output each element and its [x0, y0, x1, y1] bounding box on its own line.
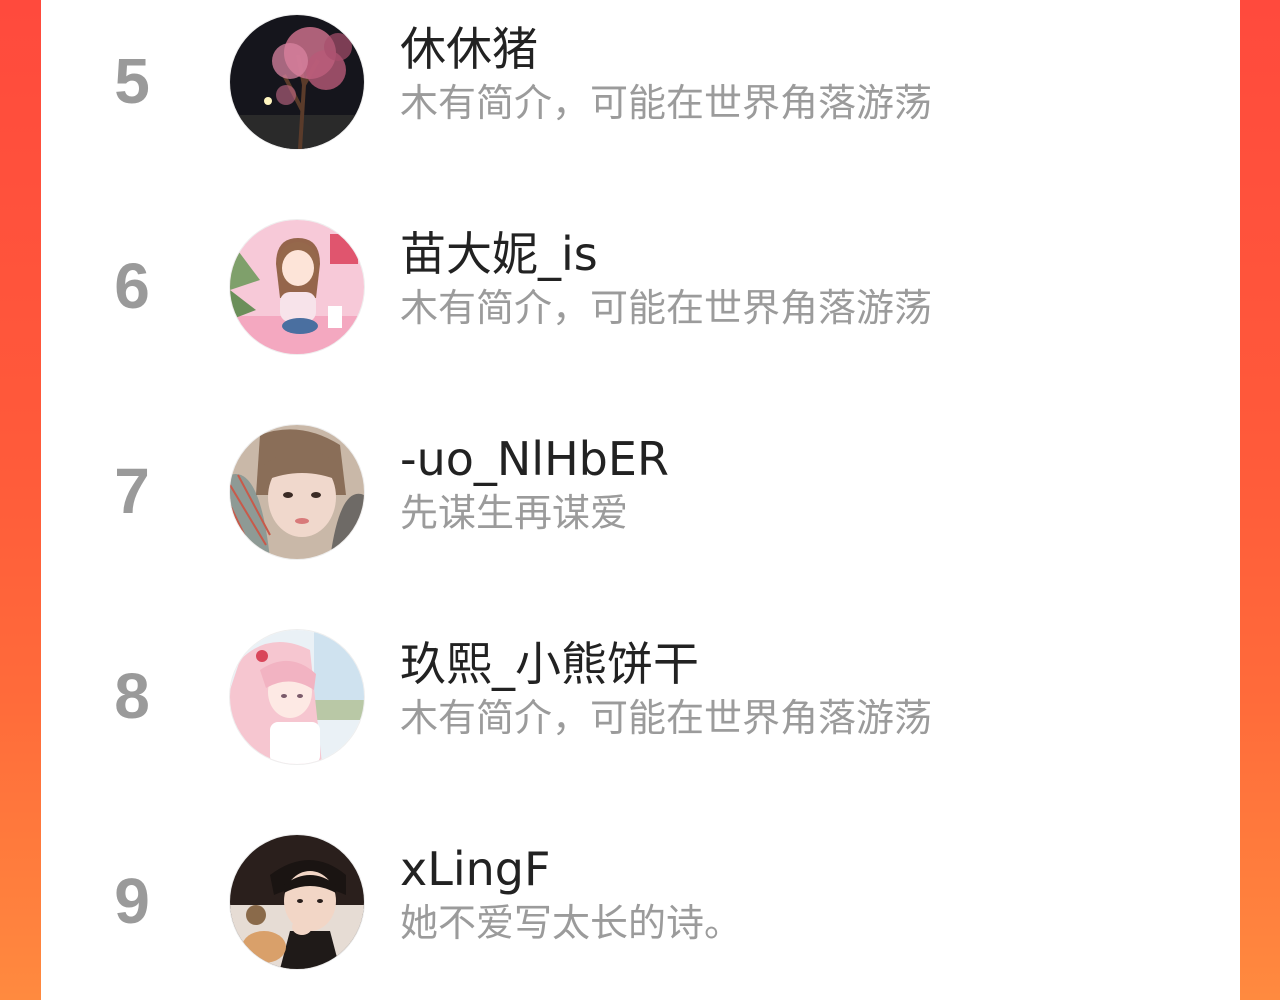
- user-name[interactable]: 休休猪: [400, 22, 538, 76]
- user-name[interactable]: xLingF: [400, 842, 550, 896]
- avatar[interactable]: [230, 835, 364, 969]
- user-name[interactable]: 玖熙_小熊饼干: [400, 637, 699, 691]
- user-row[interactable]: 5 休休猪 木有简介，可能在世界角落游荡: [41, 12, 1240, 152]
- user-row[interactable]: 6 苗大妮_is 木有简介，可能在世界角落游荡: [41, 217, 1240, 357]
- rank-number: 9: [114, 865, 150, 937]
- user-bio: 木有简介，可能在世界角落游荡: [400, 81, 933, 125]
- user-bio: 木有简介，可能在世界角落游荡: [400, 696, 933, 740]
- user-row[interactable]: 7 -uo_NlHbER 先谋生再谋爱: [41, 422, 1240, 562]
- user-row[interactable]: 8 玖熙_小熊饼干 木有简介，可能在世界角落游荡: [41, 627, 1240, 767]
- avatar-image: [230, 15, 364, 149]
- avatar-image: [230, 630, 364, 764]
- user-bio: 木有简介，可能在世界角落游荡: [400, 286, 933, 330]
- avatar-image: [230, 835, 364, 969]
- user-bio: 先谋生再谋爱: [400, 491, 629, 535]
- user-bio: 她不爱写太长的诗。: [400, 901, 743, 945]
- rank-number: 8: [114, 660, 150, 732]
- rank-number: 5: [114, 45, 150, 117]
- rank-number: 7: [114, 455, 150, 527]
- user-row[interactable]: 9 xLingF 她不爱写太长的诗。: [41, 832, 1240, 972]
- avatar[interactable]: [230, 425, 364, 559]
- avatar[interactable]: [230, 630, 364, 764]
- rank-number: 6: [114, 250, 150, 322]
- avatar[interactable]: [230, 15, 364, 149]
- avatar[interactable]: [230, 220, 364, 354]
- avatar-image: [230, 425, 364, 559]
- user-name[interactable]: -uo_NlHbER: [400, 432, 669, 486]
- user-name[interactable]: 苗大妮_is: [400, 227, 598, 281]
- avatar-image: [230, 220, 364, 354]
- ranking-panel: 5 休休猪 木有简介，可能在世界角落游荡 6 苗大妮_is 木有简介，可能在世界…: [41, 0, 1240, 1000]
